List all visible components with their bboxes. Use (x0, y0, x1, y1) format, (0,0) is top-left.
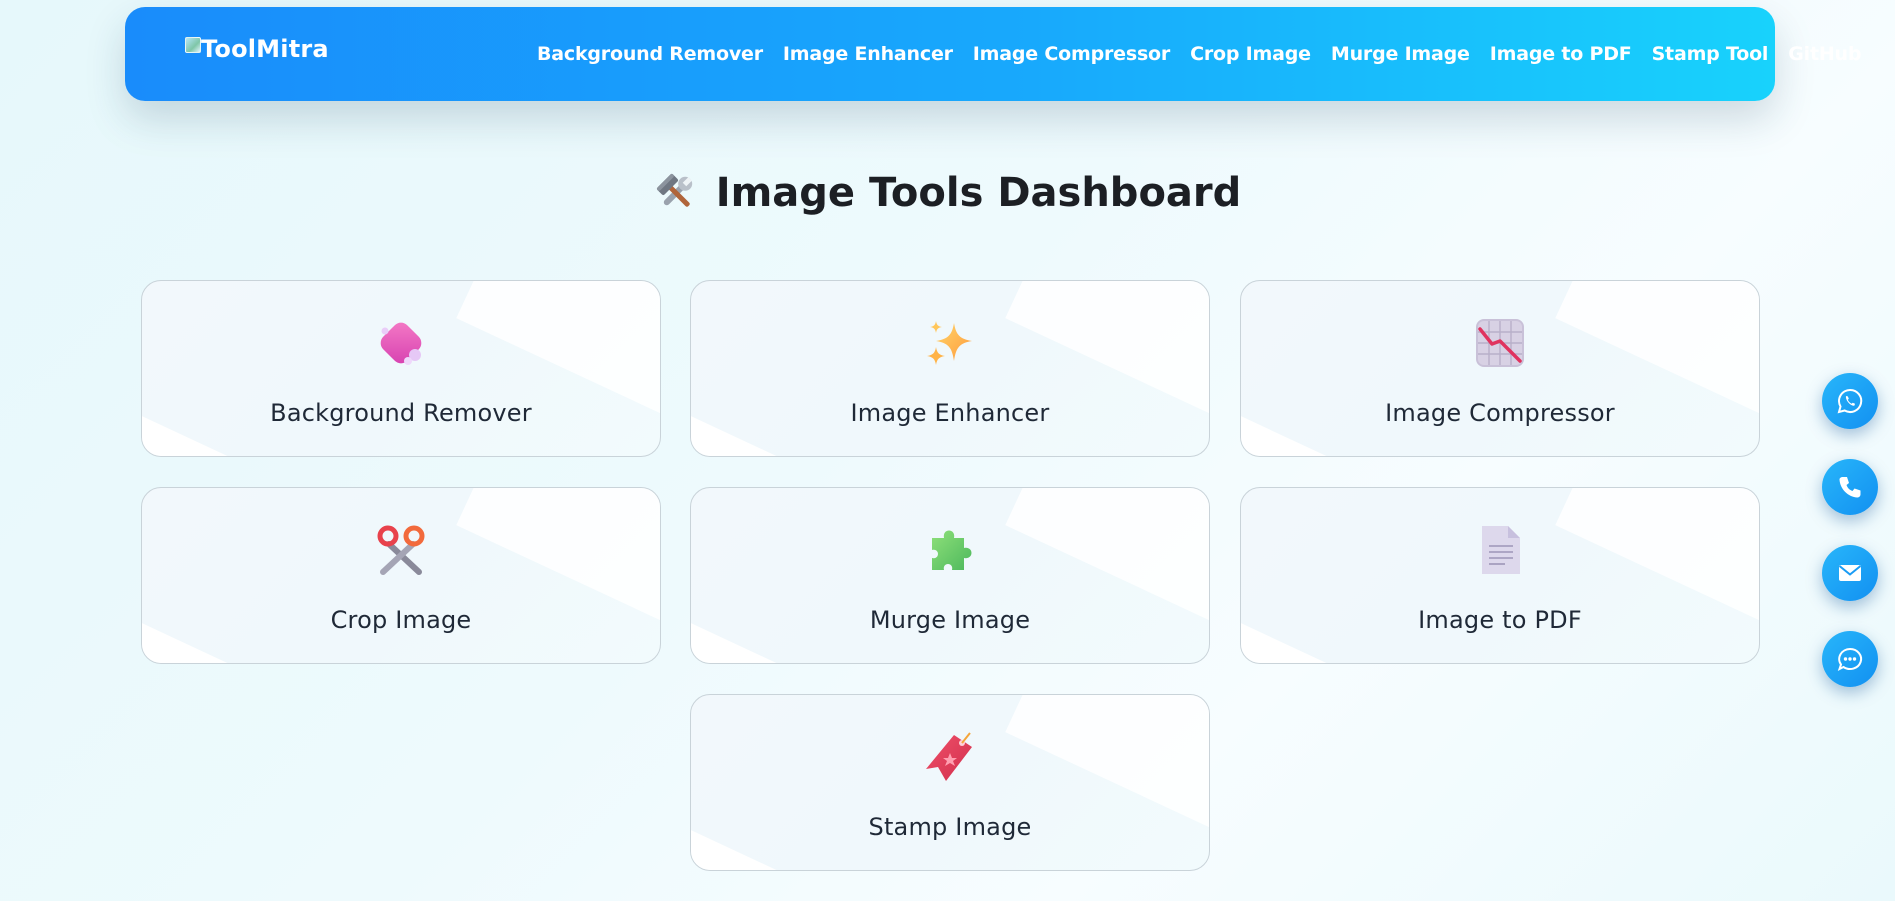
site-logo[interactable]: ToolMitra (185, 35, 329, 63)
hammer-and-wrench-icon (656, 174, 692, 207)
chat-icon (1837, 647, 1863, 671)
nav-links: Background Remover Image Enhancer Image … (537, 7, 1861, 101)
chat-button[interactable] (1822, 631, 1878, 687)
tool-card-stamp-image[interactable]: Stamp Image (690, 694, 1210, 871)
scissors-icon (377, 525, 425, 575)
chart-decreasing-icon (1476, 319, 1524, 367)
whatsapp-button[interactable] (1822, 373, 1878, 429)
tool-card-image-enhancer[interactable]: Image Enhancer (690, 280, 1210, 457)
document-icon (1482, 526, 1520, 574)
puzzle-piece-icon (932, 530, 972, 570)
phone-button[interactable] (1822, 459, 1878, 515)
tool-card-crop-image[interactable]: Crop Image (141, 487, 661, 664)
tool-card-label: Image Enhancer (850, 399, 1050, 427)
page-title-text: Image Tools Dashboard (715, 170, 1242, 216)
nav-link-crop-image[interactable]: Crop Image (1190, 43, 1311, 65)
nav-link-image-enhancer[interactable]: Image Enhancer (783, 43, 953, 65)
mail-button[interactable] (1822, 545, 1878, 601)
mail-icon (1838, 565, 1862, 581)
phone-icon (1839, 477, 1861, 498)
whatsapp-icon (1837, 388, 1863, 414)
nav-link-murge-image[interactable]: Murge Image (1331, 43, 1470, 65)
tool-card-label: Image Compressor (1385, 399, 1615, 427)
tool-card-murge-image[interactable]: Murge Image (690, 487, 1210, 664)
nav-link-github[interactable]: GitHub (1788, 43, 1861, 65)
tool-card-label: Murge Image (869, 606, 1031, 634)
nav-link-background-remover[interactable]: Background Remover (537, 43, 763, 65)
sparkles-icon (927, 321, 972, 365)
nav-link-stamp-tool[interactable]: Stamp Tool (1652, 43, 1769, 65)
tool-card-label: Background Remover (270, 399, 532, 427)
broken-image-icon (185, 37, 201, 53)
tool-card-background-remover[interactable]: Background Remover (141, 280, 661, 457)
page-title: Image Tools Dashboard (0, 170, 1895, 216)
tool-card-image-to-pdf[interactable]: Image to PDF (1240, 487, 1760, 664)
tool-card-image-compressor[interactable]: Image Compressor (1240, 280, 1760, 457)
nav-link-image-to-pdf[interactable]: Image to PDF (1490, 43, 1632, 65)
top-navbar: ToolMitra Background Remover Image Enhan… (125, 7, 1861, 101)
logo-text: ToolMitra (201, 35, 329, 63)
bookmark-tag-icon (926, 732, 972, 781)
eraser-icon (380, 322, 422, 365)
tool-card-label: Stamp Image (868, 813, 1032, 841)
tool-card-label: Crop Image (330, 606, 472, 634)
tool-card-label: Image to PDF (1418, 606, 1582, 634)
nav-link-image-compressor[interactable]: Image Compressor (973, 43, 1170, 65)
